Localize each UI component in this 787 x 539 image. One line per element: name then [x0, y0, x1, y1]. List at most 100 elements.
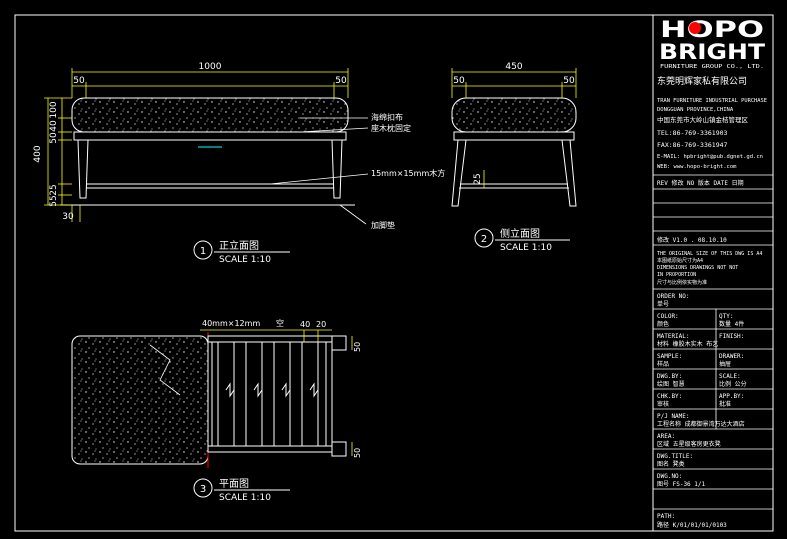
note-foot-pad: 加脚垫 [371, 220, 395, 230]
drawing-sheet: 1000 50 50 400 100 40 50 25 55 30 海绵扣布 座… [14, 14, 774, 532]
area-en: AREA: [657, 433, 675, 440]
appby-cn: 批准 [719, 400, 731, 408]
qty-cn: 数量 4件 [719, 320, 744, 328]
title-cn: 图名 凳类 [657, 460, 685, 468]
plan-leg-bottom [331, 441, 347, 457]
rev-header: REV 修改 NO 版本 DATE 日期 [657, 179, 744, 187]
dim-front-v4: 25 [49, 184, 59, 195]
color-en: COLOR: [657, 313, 679, 320]
chkby-cn: 审核 [657, 400, 669, 408]
view-title-plan: 3 平面图 SCALE 1:10 [193, 478, 290, 503]
dim-side-left: 50 [453, 76, 465, 86]
dim-front-width: 1000 [199, 62, 222, 72]
email: E-MAIL: hpbright@pub.dgnet.gd.cn [657, 154, 763, 160]
plan-cushion [71, 335, 209, 465]
company-cn: 东莞明辉家私有限公司 [657, 75, 747, 87]
note-plan-slat: 40mm×12mm [202, 319, 260, 328]
drawer-en: DRAWER: [719, 353, 744, 360]
dim-front-v3: 50 [49, 132, 59, 144]
note-wood-batten: 15mm×15mm木方 [371, 168, 445, 178]
dim-plan-right-top: 50 [353, 342, 362, 352]
front-seat-frame [73, 131, 347, 141]
finish-en: FINISH: [719, 333, 744, 340]
dim-side-right: 50 [563, 76, 575, 86]
dim-plan-top2: 20 [316, 320, 326, 329]
svg-text:3: 3 [200, 484, 206, 495]
side-cushion [451, 97, 577, 133]
dim-side-v: 25 [473, 173, 483, 184]
dim-note3: 尺寸与比例依实物为准 [657, 279, 707, 286]
scale-en: SCALE: [719, 373, 741, 380]
view-title-front-scale: SCALE 1:10 [219, 255, 271, 265]
logo-sub: FURNITURE GROUP CO., LTD. [660, 64, 764, 70]
qty-en: QTY: [719, 313, 733, 320]
drawer-cn: 抽屉 [719, 360, 731, 368]
orig-note1: THE ORIGINAL SIZE OF THIS DWG IS A4 [657, 251, 762, 257]
title-block: HOPO BRIGHT FURNITURE GROUP CO., LTD. 东莞… [652, 15, 773, 531]
view-title-front-label: 正立面图 [219, 239, 259, 252]
address-en2: DONGGUAN PROVINCE,CHINA [657, 107, 734, 113]
dwgno-en: DWG.NO: [657, 473, 682, 480]
note-sponge-cloth: 海绵扣布 [371, 112, 403, 122]
sample-cn: 样品 [657, 360, 669, 368]
view-title-side: 2 侧立面图 SCALE 1:10 [474, 227, 570, 253]
view-title-plan-label: 平面图 [219, 478, 249, 490]
front-cushion [71, 97, 349, 133]
order-no-en: ORDER NO: [657, 293, 690, 300]
order-no-cn: 单号 [657, 300, 669, 308]
fax: FAX:86-769-3361947 [657, 141, 728, 149]
dwgby-en: DWG.BY: [657, 373, 682, 380]
logo-red-dot [689, 22, 701, 34]
front-notes [269, 117, 369, 225]
front-dimensions [44, 68, 349, 222]
dim-side-width: 450 [505, 62, 522, 72]
note-seat-fix: 座木枕固定 [371, 123, 411, 133]
orig-note2: 本图纸原始尺寸为A4 [657, 257, 703, 264]
plan-dimensions [200, 329, 353, 456]
path-en: PATH: [657, 513, 675, 520]
plan-frame [207, 335, 333, 453]
view-title-plan-scale: SCALE 1:10 [219, 493, 271, 503]
web: WEB: www.hopo-bright.com [657, 164, 737, 170]
dim-front-left: 50 [73, 76, 85, 86]
dim-front-height: 400 [33, 145, 43, 162]
color-cn: 颜色 [657, 320, 669, 328]
chkby-en: CHK.BY: [657, 393, 682, 400]
svg-text:2: 2 [481, 234, 487, 245]
dim-plan-right-bottom: 50 [353, 448, 362, 458]
area-cn: 区域 五星级客房更衣凳 [657, 440, 721, 448]
note-plan-empty: 空 [276, 318, 284, 328]
view-title-front: 1 正立面图 SCALE 1:10 [193, 239, 290, 265]
material-en: MATERIAL: [657, 333, 690, 340]
logo-bright: BRIGHT [659, 40, 766, 64]
dim-note1: DIMENSIONS DRAWINGS NOT NOT [657, 265, 738, 271]
dim-front-right: 50 [335, 76, 347, 86]
sample-en: SAMPLE: [657, 353, 682, 360]
front-right-leg [331, 139, 343, 199]
view-title-side-scale: SCALE 1:10 [500, 243, 552, 253]
front-elevation [60, 97, 355, 206]
dwgno-cn: 图号 FS-36 1/1 [657, 481, 706, 488]
plan-leg-top [331, 335, 347, 351]
material-cn: 材料 橡胶木实木 布艺 [657, 340, 718, 348]
front-left-leg [77, 139, 89, 199]
side-elevation [451, 97, 577, 207]
scale-cn: 比例 公分 [719, 380, 747, 388]
address-cn: 中国东莞市大岭山镇金桔管理区 [657, 115, 749, 124]
dwgby-cn: 绘图 智慧 [657, 380, 685, 388]
side-left-leg [451, 139, 467, 207]
dim-front-v1: 100 [49, 101, 59, 118]
dim-front-bottom: 30 [62, 212, 74, 222]
dim-front-v2: 40 [49, 120, 59, 132]
dim-front-v5: 55 [49, 195, 59, 206]
plan-view [71, 332, 347, 468]
project-cn: 工程名称 成都御景湾万达大酒店 [657, 420, 745, 428]
project-en: P/J NAME: [657, 413, 690, 420]
tel: TEL:86-769-3361903 [657, 129, 728, 137]
path-cn: 路径 K/01/01/01/0103 [657, 521, 727, 529]
dim-note2: IN PROPORTION [657, 272, 696, 278]
svg-text:1: 1 [200, 246, 206, 257]
address-en1: TRAN FURNITURE INDUSTRIAL PURCHASE [657, 98, 767, 104]
dim-plan-top1: 40 [300, 320, 310, 329]
side-right-leg [561, 139, 577, 207]
